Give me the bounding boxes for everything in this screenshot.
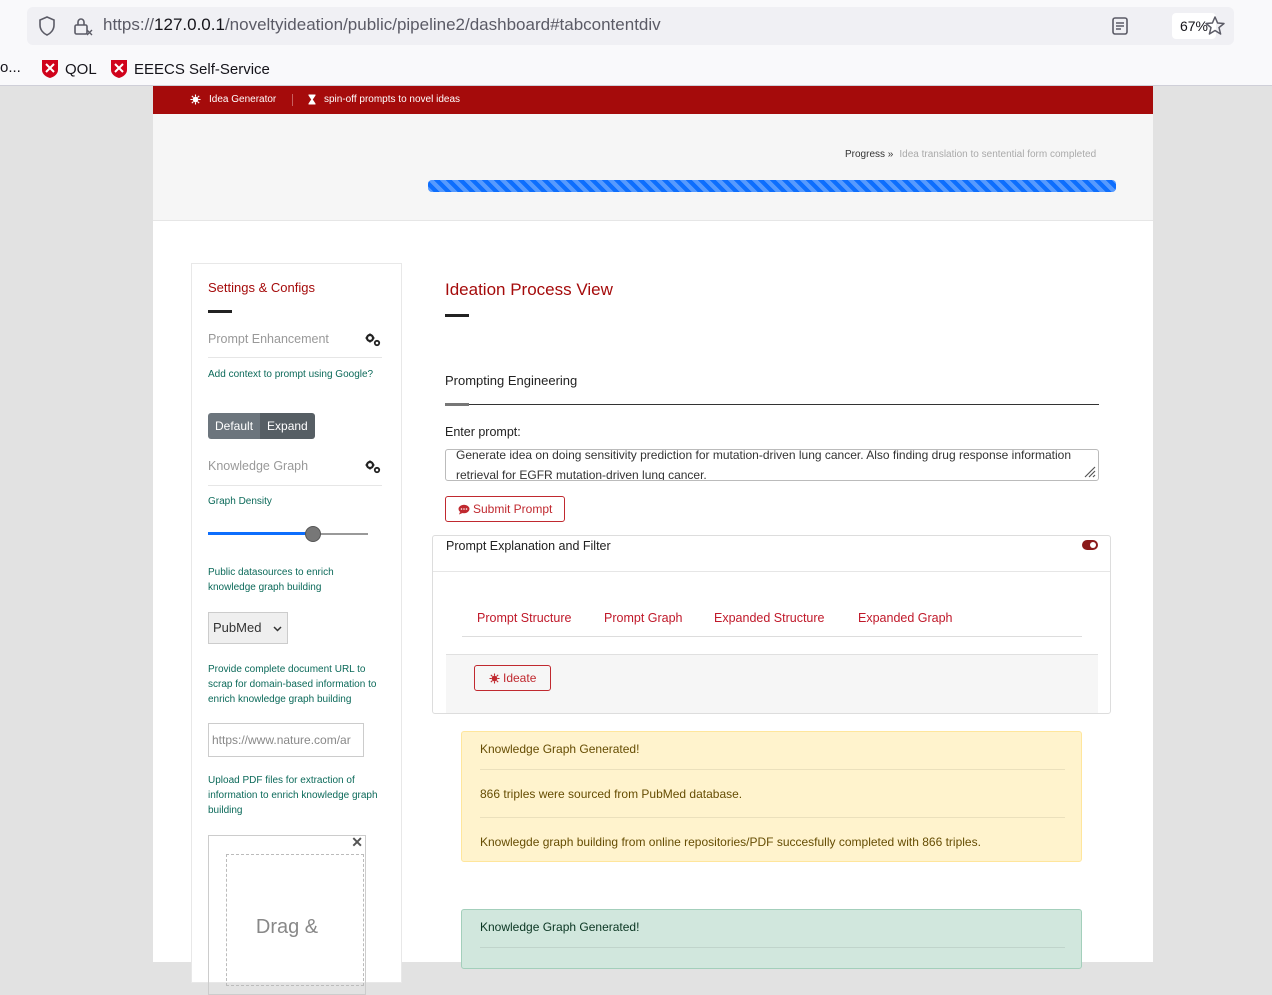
enter-prompt-label: Enter prompt: <box>445 425 521 439</box>
bookmark-star-icon[interactable] <box>1203 14 1227 38</box>
nav-spinoff[interactable]: spin-off prompts to novel ideas <box>308 94 460 105</box>
tab-prompt-graph[interactable]: Prompt Graph <box>604 611 683 625</box>
virus-icon <box>190 94 201 105</box>
enhancement-toggle-group: Default Expand <box>208 413 315 439</box>
tab-prompt-structure[interactable]: Prompt Structure <box>477 611 571 625</box>
dropzone-label: Drag & <box>255 916 319 938</box>
graph-density-label: Graph Density <box>208 496 272 507</box>
url-text[interactable]: https://127.0.0.1/noveltyideation/public… <box>103 15 661 35</box>
reader-view-icon[interactable] <box>1109 15 1131 37</box>
progress-section: Progress » Idea translation to sentential… <box>153 114 1153 221</box>
pdf-help: Upload PDF files for extraction of infor… <box>208 775 378 816</box>
address-bar[interactable]: https://127.0.0.1/noveltyideation/public… <box>27 7 1234 45</box>
add-context-help: Add context to prompt using Google? <box>208 369 374 380</box>
button-label: Submit Prompt <box>473 502 553 516</box>
browser-toolbar: https://127.0.0.1/noveltyideation/public… <box>0 0 1272 52</box>
progress-status: Idea translation to sentential form comp… <box>899 149 1097 160</box>
filter-toggle-switch[interactable] <box>1082 540 1098 550</box>
public-datasources-help: Public datasources to enrich knowledge g… <box>208 567 334 593</box>
ideate-button[interactable]: Ideate <box>474 665 552 691</box>
prompt-enhancement-heading: Prompt Enhancement <box>208 332 329 346</box>
default-button[interactable]: Default <box>208 413 261 439</box>
explanation-tabs: Prompt Structure Prompt Graph Expanded S… <box>462 600 1082 637</box>
submit-prompt-button[interactable]: Submit Prompt <box>445 496 566 522</box>
alert-divider <box>480 947 1065 948</box>
alert-title: Knowledge Graph Generated! <box>480 742 640 756</box>
progress-breadcrumb: Progress » Idea translation to sentential… <box>845 149 1096 160</box>
close-icon[interactable]: ✕ <box>351 834 363 851</box>
card-header: Prompt Explanation and Filter <box>433 536 1110 572</box>
warning-alert: Knowledge Graph Generated! 866 triples w… <box>461 731 1082 862</box>
nav-label: Idea Generator <box>209 94 277 105</box>
nav-idea-generator[interactable]: Idea Generator <box>190 94 276 105</box>
active-tab-marker <box>445 403 469 406</box>
bookmark-qol[interactable]: QOL <box>41 59 97 79</box>
title-underline <box>445 314 469 317</box>
prompt-explanation-card: Prompt Explanation and Filter Prompt Str… <box>432 535 1111 714</box>
card-footer: Ideate <box>446 654 1098 713</box>
settings-sidebar: Settings & Configs Prompt Enhancement Ad… <box>191 263 402 995</box>
card-title: Prompt Explanation and Filter <box>446 539 611 553</box>
bookmark-eeecs[interactable]: EEECS Self-Service <box>110 59 270 79</box>
crest-icon <box>42 60 58 78</box>
alert-message: Knowlegde graph building from online rep… <box>480 835 981 849</box>
top-nav: Idea Generator spin-off prompts to novel… <box>153 86 1153 114</box>
prompting-engineering-tab[interactable]: Prompting Engineering <box>445 373 577 388</box>
hourglass-icon <box>308 94 316 105</box>
sidebar-title: Settings & Configs <box>208 280 315 295</box>
select-value: PubMed <box>213 620 262 635</box>
url-host: 127.0.0.1 <box>154 15 225 34</box>
bookmark-item[interactable]: o... <box>0 59 21 76</box>
expand-button[interactable]: Expand <box>260 413 315 439</box>
prompt-textarea[interactable]: Generate idea on doing sensitivity predi… <box>445 449 1099 481</box>
button-label: Ideate <box>503 671 537 685</box>
alert-divider <box>480 817 1065 818</box>
bookmarks-bar: o... QOL EEECS Self-Service <box>0 52 1272 86</box>
comment-dots-icon <box>458 504 470 514</box>
page-title: Ideation Process View <box>445 280 613 299</box>
chevron-down-icon <box>273 626 282 632</box>
graph-density-slider[interactable] <box>208 526 368 542</box>
bookmark-label: EEECS Self-Service <box>134 60 270 78</box>
progress-bar <box>428 180 1116 192</box>
gears-icon[interactable] <box>364 333 382 347</box>
document-url-input[interactable]: https://www.nature.com/ar <box>208 723 364 757</box>
section-divider <box>208 357 382 358</box>
slider-fill <box>208 532 312 535</box>
prompt-text: Generate idea on doing sensitivity predi… <box>456 449 1072 481</box>
url-prefix: https:// <box>103 15 155 34</box>
slider-thumb[interactable] <box>305 526 321 542</box>
section-divider <box>208 485 382 486</box>
crest-icon <box>111 60 127 78</box>
progress-bar-fill <box>428 180 1116 192</box>
lock-icon[interactable] <box>71 15 93 37</box>
datasource-select[interactable]: PubMed <box>208 612 288 644</box>
bookmark-label: o... <box>0 59 21 76</box>
nav-label: spin-off prompts to novel ideas <box>324 94 461 105</box>
nav-divider <box>292 94 293 106</box>
alert-title: Knowledge Graph Generated! <box>480 920 640 934</box>
bookmark-label: QOL <box>65 60 97 78</box>
alert-divider <box>480 769 1065 770</box>
virus-icon <box>489 672 500 684</box>
section-rule <box>445 404 1099 405</box>
tab-expanded-graph[interactable]: Expanded Graph <box>858 611 953 625</box>
url-path: /noveltyideation/public/pipeline2/dashbo… <box>224 15 661 34</box>
url-help: Provide complete document URL to scrap f… <box>208 664 377 705</box>
page-container: Idea Generator spin-off prompts to novel… <box>153 86 1153 995</box>
shield-icon[interactable] <box>37 16 57 36</box>
progress-label: Progress » <box>845 149 894 160</box>
knowledge-graph-heading: Knowledge Graph <box>208 459 309 473</box>
tab-expanded-structure[interactable]: Expanded Structure <box>714 611 825 625</box>
resize-handle-icon[interactable] <box>1082 464 1096 478</box>
pdf-dropzone[interactable]: Drag & ✕ <box>208 834 366 995</box>
success-alert: Knowledge Graph Generated! <box>461 909 1082 969</box>
gears-icon[interactable] <box>364 460 382 474</box>
title-underline <box>208 310 232 313</box>
alert-message: 866 triples were sourced from PubMed dat… <box>480 787 743 801</box>
